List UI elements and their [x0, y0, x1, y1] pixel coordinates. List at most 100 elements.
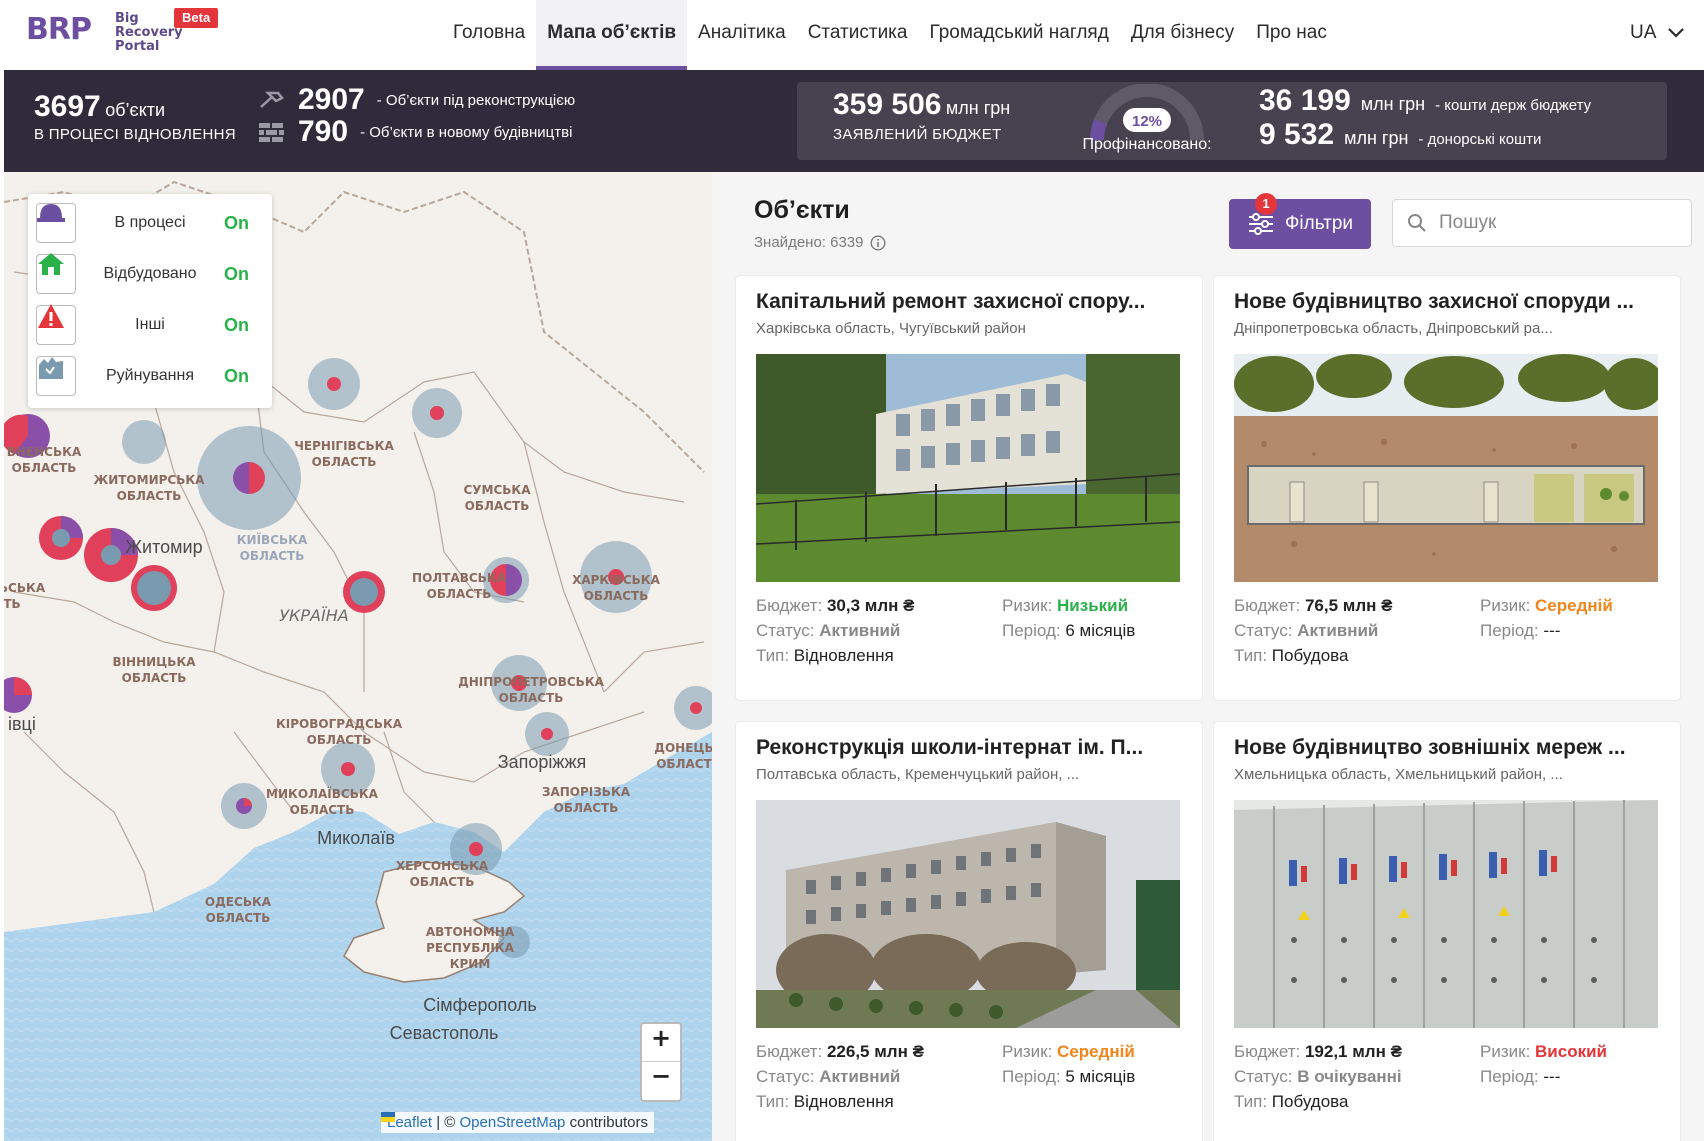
cluster-chernivtsi[interactable] — [4, 677, 32, 713]
type-label: Тип: — [756, 1092, 790, 1111]
zoom-control: + − — [640, 1022, 682, 1102]
cluster-khmelnytskyi-a[interactable] — [39, 516, 83, 560]
cluster-zhytomyr[interactable] — [122, 420, 166, 464]
budget-caption: ЗАЯВЛЕНИЙ БЮДЖЕТ — [833, 126, 1002, 143]
cofinanced-percent: 12% — [1132, 113, 1162, 130]
card-risk: Середній — [1057, 1042, 1135, 1061]
legend-toggle[interactable]: On — [224, 213, 249, 234]
label-sumy-2: ОБЛАСТЬ — [465, 499, 530, 513]
budget-label: Бюджет: — [1234, 596, 1301, 615]
ruins-icon — [36, 356, 76, 396]
status-label: Статус: — [756, 1067, 815, 1086]
card-status: Активний — [819, 1067, 901, 1086]
menu-item-analytics[interactable]: Аналітика — [687, 0, 797, 70]
legend-destruction[interactable]: Руйнування On — [36, 353, 266, 399]
object-card[interactable]: Нове будівництво захисної споруди ... Дн… — [1214, 276, 1680, 700]
object-type-stats: 2907 - Об’єкти під реконструкцією 790 - … — [258, 83, 575, 148]
cluster-sumy[interactable] — [412, 388, 462, 438]
legend-toggle[interactable]: On — [224, 366, 249, 387]
logo-sub-line: Recovery — [115, 25, 183, 40]
reconstruction-count: 2907 — [298, 83, 365, 116]
label-mykolaiv-oblast: МИКОЛАЇВСЬКА — [266, 786, 379, 801]
label-poltava-2: ОБЛАСТЬ — [427, 587, 492, 601]
legend-other[interactable]: Інші On — [36, 302, 266, 348]
label-dnipro-2: ОБЛАСТЬ — [499, 691, 564, 705]
menu-item-home[interactable]: Головна — [442, 0, 536, 70]
label-crimea-3: КРИМ — [450, 957, 491, 971]
language-selector[interactable]: UA — [1630, 22, 1685, 44]
cluster-cherkasy[interactable] — [343, 571, 385, 613]
period-label: Період: — [1002, 1067, 1061, 1086]
osm-link[interactable]: OpenStreetMap — [460, 1114, 566, 1131]
label-zhytomyr-oblast: ЖИТОМИРСЬКА — [94, 473, 206, 487]
label-zhytomyr-oblast-2: ОБЛАСТЬ — [117, 489, 182, 503]
label-zhytomyr: Житомир — [125, 537, 202, 557]
hammer-icon — [260, 91, 284, 108]
status-label: Статус: — [1234, 1067, 1293, 1086]
card-photo-switchgear — [1234, 800, 1658, 1028]
legend-rebuilt[interactable]: Відбудовано On — [36, 251, 266, 297]
budget-label: Бюджет: — [756, 1042, 823, 1061]
menu-item-statistics[interactable]: Статистика — [797, 0, 919, 70]
menu-item-public-oversight[interactable]: Громадський нагляд — [918, 0, 1119, 70]
zoom-in-button[interactable]: + — [642, 1024, 680, 1062]
label-kyiv-oblast: КИЇВСЬКА — [237, 532, 308, 547]
label-chernihiv-2: ОБЛАСТЬ — [312, 455, 377, 469]
search-input[interactable] — [1439, 212, 1679, 234]
in-progress-stat: 3697 об’єкти В ПРОЦЕСІ ВІДНОВЛЕННЯ — [34, 90, 236, 143]
funding-sources: 36 199 млн грн - кошти держ бюджету 9 53… — [1259, 84, 1591, 152]
legend-label: Руйнування — [106, 367, 194, 384]
label-vinnytsia: ВІННИЦЬКА — [112, 655, 196, 669]
label-mykolaiv-oblast-2: ОБЛАСТЬ — [290, 803, 355, 817]
legend-toggle[interactable]: On — [224, 264, 249, 285]
warning-icon — [36, 304, 76, 345]
card-budget: 226,5 млн ₴ — [826, 1042, 924, 1061]
object-card[interactable]: Капітальний ремонт захисної спору... Хар… — [736, 276, 1202, 700]
objects-map[interactable]: ЧЕРНІГІВСЬКА ОБЛАСТЬ СУМСЬКА ОБЛАСТЬ ЖИТ… — [4, 172, 712, 1141]
card-title: Нове будівництво зовнішніх мереж ... — [1234, 736, 1626, 759]
card-photo-shelter — [1234, 354, 1658, 582]
donor-label: - донорські кошти — [1418, 131, 1542, 148]
state-budget-label: - кошти держ бюджету — [1435, 97, 1592, 114]
card-photo-school — [756, 354, 1180, 582]
gauge-arc: 12% — [1090, 83, 1204, 141]
attribution-separator: | © — [432, 1114, 460, 1131]
cluster-chernihiv[interactable] — [308, 358, 360, 410]
cluster-donetsk[interactable] — [674, 686, 712, 730]
label-sevastopol: Севастополь — [390, 1023, 499, 1043]
sliders-icon — [1248, 213, 1273, 235]
logo-sub-line: Portal — [115, 39, 160, 54]
label-poltava: ПОЛТАВСЬКА — [412, 571, 507, 585]
in-progress-unit: об’єкти — [105, 100, 166, 120]
risk-label: Ризик: — [1002, 1042, 1053, 1061]
menu-item-business[interactable]: Для бізнесу — [1120, 0, 1245, 70]
cluster-kyiv[interactable] — [197, 426, 301, 530]
objects-found: Знайдено: 6339 — [754, 234, 886, 251]
cluster-vinnytsia[interactable] — [131, 565, 177, 611]
legend-in-progress[interactable]: В процесі On — [36, 200, 266, 246]
label-donetsk-2: ОБЛАСТ — [656, 757, 712, 771]
filters-button[interactable]: 1 Фільтри — [1229, 193, 1371, 249]
cluster-zaporizhzhia[interactable] — [525, 712, 569, 756]
new-build-count: 790 — [298, 115, 349, 148]
cluster-odesa[interactable] — [221, 783, 267, 829]
card-budget: 76,5 млн ₴ — [1304, 596, 1393, 615]
brp-logo[interactable]: BRP Big Recovery Portal Beta — [26, 8, 226, 60]
legend-label: Інші — [135, 316, 165, 333]
menu-item-objects-map[interactable]: Мапа об’єктів — [536, 0, 688, 70]
card-title: Реконструкція школи-інтернат ім. П... — [756, 736, 1144, 759]
object-card[interactable]: Нове будівництво зовнішніх мереж ... Хме… — [1214, 722, 1680, 1141]
card-location: Харківська область, Чугуївський район — [756, 320, 1026, 337]
state-budget-unit: млн грн — [1360, 94, 1426, 114]
label-kharkiv: ХАРКІВСЬКА — [572, 573, 661, 587]
budget-label: Бюджет: — [756, 596, 823, 615]
menu-item-about[interactable]: Про нас — [1245, 0, 1338, 70]
card-photo-boarding-school — [756, 800, 1180, 1028]
card-title: Капітальний ремонт захисної спору... — [756, 290, 1146, 313]
legend-toggle[interactable]: On — [224, 315, 249, 336]
main-menu: Головна Мапа об’єктів Аналітика Статисти… — [442, 0, 1338, 70]
zoom-out-button[interactable]: − — [642, 1062, 680, 1100]
object-card[interactable]: Реконструкція школи-інтернат ім. П... По… — [736, 722, 1202, 1141]
label-chernivtsi-partial: івці — [8, 714, 36, 734]
info-icon[interactable] — [869, 234, 886, 251]
